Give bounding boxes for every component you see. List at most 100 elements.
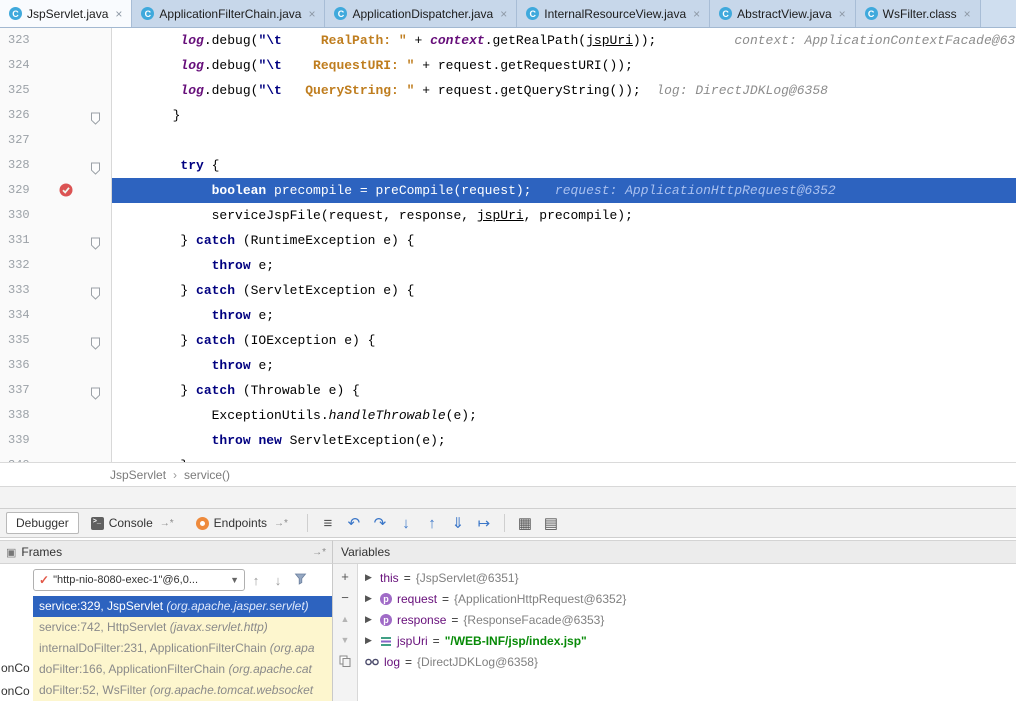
equals-sign: = xyxy=(442,592,449,606)
equals-sign: = xyxy=(451,613,458,627)
editor-line[interactable]: 328 try { xyxy=(0,153,1016,178)
editor-line[interactable]: 333 } catch (ServletException e) { xyxy=(0,278,1016,303)
line-number: 333 xyxy=(8,278,30,303)
variable-row[interactable]: log={DirectJDKLog@6358} xyxy=(359,651,1016,672)
line-number: 324 xyxy=(8,53,30,78)
editor-tab[interactable]: CApplicationDispatcher.java× xyxy=(325,0,517,27)
copy-icon[interactable] xyxy=(333,650,358,671)
editor-line[interactable]: 323 log.debug("\t RealPath: " + context.… xyxy=(0,28,1016,53)
editor-tab[interactable]: CInternalResourceView.java× xyxy=(517,0,710,27)
step-into-icon[interactable]: ↓ xyxy=(393,511,419,535)
code-text: throw new ServletException(e); xyxy=(118,428,446,453)
editor-tab[interactable]: C JspServlet.java × xyxy=(0,0,132,27)
splitter-band[interactable] xyxy=(0,486,1016,508)
breadcrumb-item[interactable]: JspServlet xyxy=(110,468,166,482)
close-tab-icon[interactable]: × xyxy=(693,7,700,21)
force-step-into-icon[interactable]: ⇓ xyxy=(445,511,471,535)
tab-label: AbstractView.java xyxy=(737,7,832,21)
editor[interactable]: 323 log.debug("\t RealPath: " + context.… xyxy=(0,28,1016,462)
stack-frame-row[interactable]: internalDoFilter:231, ApplicationFilterC… xyxy=(33,638,332,659)
class-icon: C xyxy=(719,7,732,20)
menu-icon[interactable]: ≡ xyxy=(315,511,341,535)
code-text: log.debug("\t QueryString: " + request.g… xyxy=(118,78,828,103)
class-icon: C xyxy=(9,7,22,20)
variable-name: request xyxy=(397,592,437,606)
up-watch-button[interactable]: ▲ xyxy=(333,608,358,629)
editor-line[interactable]: 324 log.debug("\t RequestURI: " + reques… xyxy=(0,53,1016,78)
editor-lines: 323 log.debug("\t RealPath: " + context.… xyxy=(0,28,1016,462)
editor-line[interactable]: 338 ExceptionUtils.handleThrowable(e); xyxy=(0,403,1016,428)
editor-line[interactable]: 326 } xyxy=(0,103,1016,128)
expand-chevron-icon[interactable]: ▶ xyxy=(365,635,375,646)
editor-line[interactable]: 339 throw new ServletException(e); xyxy=(0,428,1016,453)
line-number: 329 xyxy=(8,178,30,203)
thread-selector[interactable]: ✓ "http-nio-8080-exec-1"@6,0... ▼ xyxy=(33,569,245,591)
frame-package: (org.apache.tomcat.websocket xyxy=(150,683,313,697)
debug-tab-console[interactable]: Console→* xyxy=(81,512,184,534)
expand-chevron-icon[interactable]: ▶ xyxy=(365,572,375,583)
stack-frame-row[interactable]: service:742, HttpServlet (javax.servlet.… xyxy=(33,617,332,638)
editor-line[interactable]: 337 } catch (Throwable e) { xyxy=(0,378,1016,403)
editor-tab[interactable]: C AbstractView.java × xyxy=(710,0,856,27)
line-number: 334 xyxy=(8,303,30,328)
step-over-icon[interactable]: ↷ xyxy=(367,511,393,535)
parameter-icon: p xyxy=(380,593,392,605)
close-tab-icon[interactable]: × xyxy=(839,7,846,21)
remove-watch-button[interactable]: − xyxy=(333,587,358,608)
clipped-text-fragment: onCo xyxy=(1,661,30,675)
next-frame-icon[interactable]: ↓ xyxy=(267,573,289,588)
tab-label: ApplicationDispatcher.java xyxy=(352,7,493,21)
code-text: } catch (Throwable e) { xyxy=(118,378,360,403)
stack-frame-row[interactable]: doFilter:52, WsFilter (org.apache.tomcat… xyxy=(33,680,332,701)
close-tab-icon[interactable]: × xyxy=(500,7,507,21)
filter-icon[interactable] xyxy=(289,572,311,588)
close-tab-icon[interactable]: × xyxy=(115,7,122,21)
variable-value: "/WEB-INF/jsp/index.jsp" xyxy=(445,634,587,648)
add-watch-button[interactable]: + xyxy=(333,566,358,587)
line-number: 339 xyxy=(8,428,30,453)
tab-label: Endpoints xyxy=(214,516,267,530)
variable-row[interactable]: ▶this={JspServlet@6351} xyxy=(359,567,1016,588)
variables-panel-title: Variables xyxy=(341,545,390,559)
debug-tab-debugger[interactable]: Debugger xyxy=(6,512,79,534)
breadcrumb: JspServlet›service() xyxy=(0,462,1016,486)
editor-line[interactable]: 332 throw e; xyxy=(0,253,1016,278)
editor-line[interactable]: 335 } catch (IOException e) { xyxy=(0,328,1016,353)
variable-row[interactable]: ▶jspUri="/WEB-INF/jsp/index.jsp" xyxy=(359,630,1016,651)
editor-line[interactable]: 331 } catch (RuntimeException e) { xyxy=(0,228,1016,253)
step-out-icon[interactable]: ↑ xyxy=(419,511,445,535)
editor-line[interactable]: 327 xyxy=(0,128,1016,153)
editor-line[interactable]: 329 boolean precompile = preCompile(requ… xyxy=(0,178,1016,203)
debug-tab-endpoints[interactable]: Endpoints →* xyxy=(186,512,298,534)
breadcrumb-item[interactable]: service() xyxy=(184,468,230,482)
thread-row: ✓ "http-nio-8080-exec-1"@6,0... ▼ ↑ ↓ xyxy=(33,568,332,592)
tab-label: JspServlet.java xyxy=(27,7,108,21)
show-execution-point-icon[interactable]: ↶ xyxy=(341,511,367,535)
down-watch-button[interactable]: ▼ xyxy=(333,629,358,650)
editor-line[interactable]: 334 throw e; xyxy=(0,303,1016,328)
run-to-cursor-icon[interactable]: ↦ xyxy=(471,511,497,535)
editor-line[interactable]: 330 serviceJspFile(request, response, js… xyxy=(0,203,1016,228)
editor-tab[interactable]: CApplicationFilterChain.java× xyxy=(132,0,325,27)
code-text: throw e; xyxy=(118,303,274,328)
previous-frame-icon[interactable]: ↑ xyxy=(245,573,267,588)
line-number: 336 xyxy=(8,353,30,378)
editor-line[interactable]: 340 } xyxy=(0,453,1016,462)
close-tab-icon[interactable]: × xyxy=(308,7,315,21)
separator xyxy=(504,514,505,532)
stack-frame-row[interactable]: doFilter:166, ApplicationFilterChain (or… xyxy=(33,659,332,680)
editor-line[interactable]: 336 throw e; xyxy=(0,353,1016,378)
layout-icon[interactable]: ▤ xyxy=(538,511,564,535)
evaluate-expression-icon[interactable]: ▦ xyxy=(512,511,538,535)
variable-row[interactable]: ▶prequest={ApplicationHttpRequest@6352} xyxy=(359,588,1016,609)
variable-row[interactable]: ▶presponse={ResponseFacade@6353} xyxy=(359,609,1016,630)
editor-line[interactable]: 325 log.debug("\t QueryString: " + reque… xyxy=(0,78,1016,103)
jump-icon: →* xyxy=(274,518,288,529)
expand-chevron-icon[interactable]: ▶ xyxy=(365,593,375,604)
line-number: 325 xyxy=(8,78,30,103)
close-tab-icon[interactable]: × xyxy=(964,7,971,21)
stack-frame-row[interactable]: service:329, JspServlet (org.apache.jasp… xyxy=(33,596,332,617)
editor-tab[interactable]: CWsFilter.class× xyxy=(856,0,981,27)
expand-chevron-icon[interactable]: ▶ xyxy=(365,614,375,625)
clipped-text-fragment: onCo xyxy=(1,684,30,698)
